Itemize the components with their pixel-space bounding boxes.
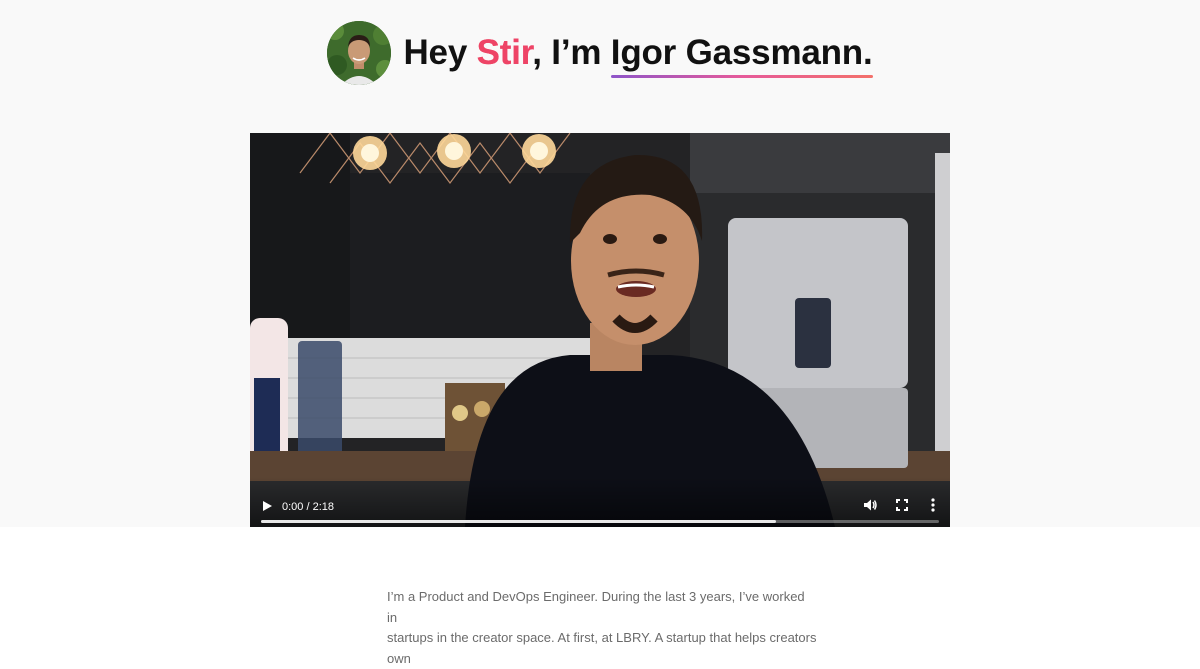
play-icon[interactable]	[260, 499, 274, 513]
avatar-photo	[327, 21, 392, 85]
volume-icon[interactable]	[862, 497, 878, 513]
bio-line-1: I’m a Product and DevOps Engineer. Durin…	[387, 589, 805, 625]
hero-section: Hey Stir, I’m Igor Gassmann. 0:00 / 2:18	[0, 0, 1200, 527]
headline-company: Stir	[476, 33, 533, 72]
avatar	[327, 21, 392, 85]
page-header: Hey Stir, I’m Igor Gassmann.	[0, 20, 1200, 86]
bio-text: I’m a Product and DevOps Engineer. Durin…	[387, 587, 817, 669]
video-controls: 0:00 / 2:18	[250, 477, 950, 527]
bio-line-2: startups in the creator space. At first,…	[387, 630, 817, 666]
video-buffered-fill	[261, 520, 777, 523]
name-underline	[610, 75, 873, 78]
headline-name-wrap: Igor Gassmann.	[610, 33, 873, 78]
headline-name: Igor Gassmann.	[610, 33, 873, 72]
headline-mid: , I’m	[532, 33, 611, 72]
video-progress-bar[interactable]	[261, 520, 939, 523]
intro-video-player[interactable]: 0:00 / 2:18	[250, 133, 950, 527]
video-frame	[250, 133, 950, 527]
headline: Hey Stir, I’m Igor Gassmann.	[403, 33, 873, 78]
fullscreen-icon[interactable]	[894, 497, 910, 513]
more-vertical-icon[interactable]	[926, 497, 940, 513]
video-time: 0:00 / 2:18	[282, 501, 334, 513]
headline-greeting: Hey	[403, 33, 477, 72]
